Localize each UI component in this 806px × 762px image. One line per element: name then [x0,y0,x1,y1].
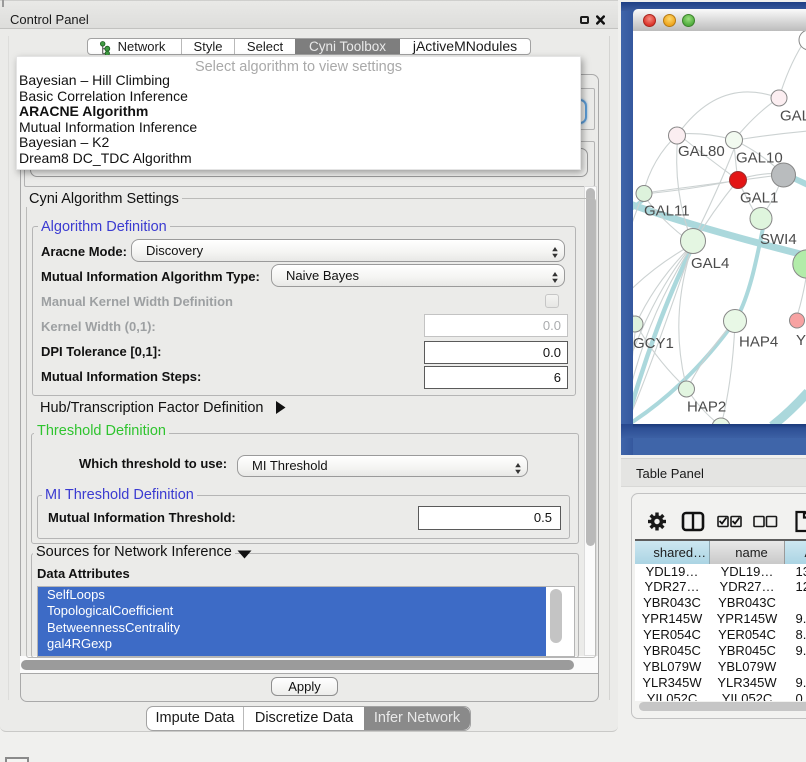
svg-text:GAL11: GAL11 [644,203,690,220]
svg-text:SWI4: SWI4 [760,231,797,248]
svg-text:GCY1: GCY1 [633,335,674,352]
svg-text:GAL10: GAL10 [736,150,783,167]
svg-text:GAL80: GAL80 [678,143,725,160]
svg-text:YE: YE [796,332,806,349]
svg-text:GAL1: GAL1 [740,190,778,207]
svg-text:HAP2: HAP2 [687,399,726,416]
svg-text:HAP4: HAP4 [739,334,778,351]
svg-text:GAL4: GAL4 [691,255,729,272]
svg-text:GAL2: GAL2 [780,108,806,125]
